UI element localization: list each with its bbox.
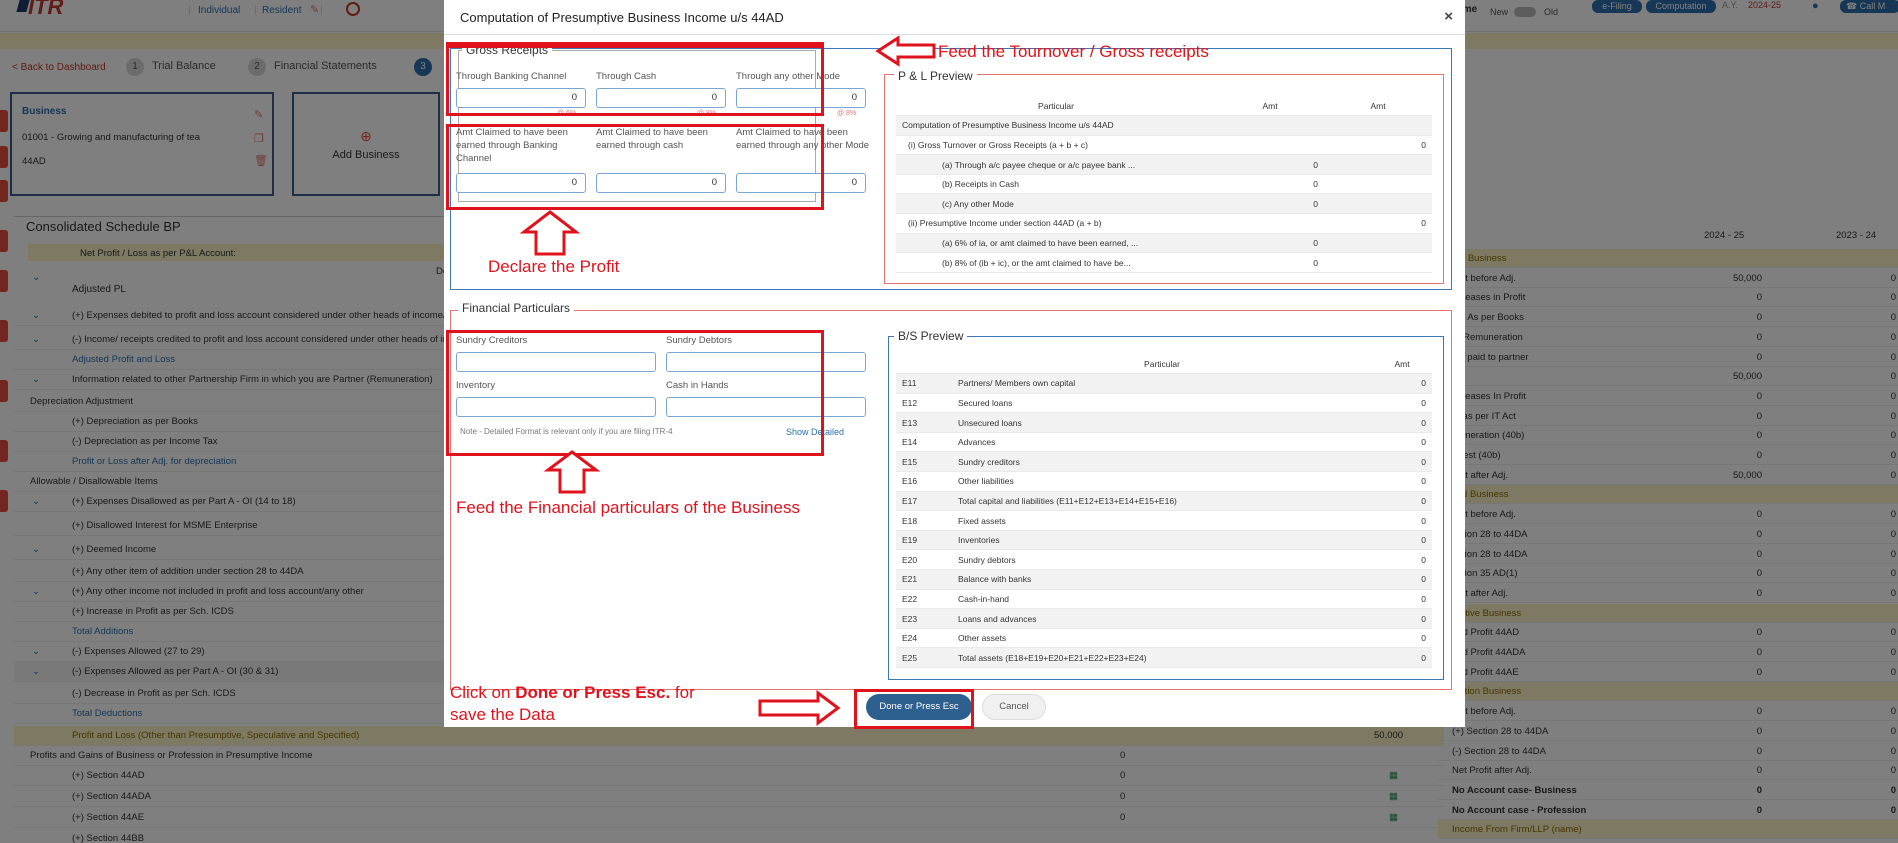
arrow-right-icon: [758, 690, 841, 726]
annotation-feed-financial: Feed the Financial particulars of the Bu…: [456, 498, 800, 517]
annotation-arrows: [519, 35, 936, 726]
annotation-feed-turnover: Feed the Tournover / Gross receipts: [938, 42, 1209, 61]
arrow-up-icon: [519, 210, 581, 256]
annotation-declare-profit: Declare the Profit: [488, 257, 620, 276]
annotation-click-done: Click on Done or Press Esc. for save the…: [450, 683, 695, 724]
arrow-left-icon: [875, 35, 936, 67]
arrow-up-icon: [543, 450, 601, 494]
